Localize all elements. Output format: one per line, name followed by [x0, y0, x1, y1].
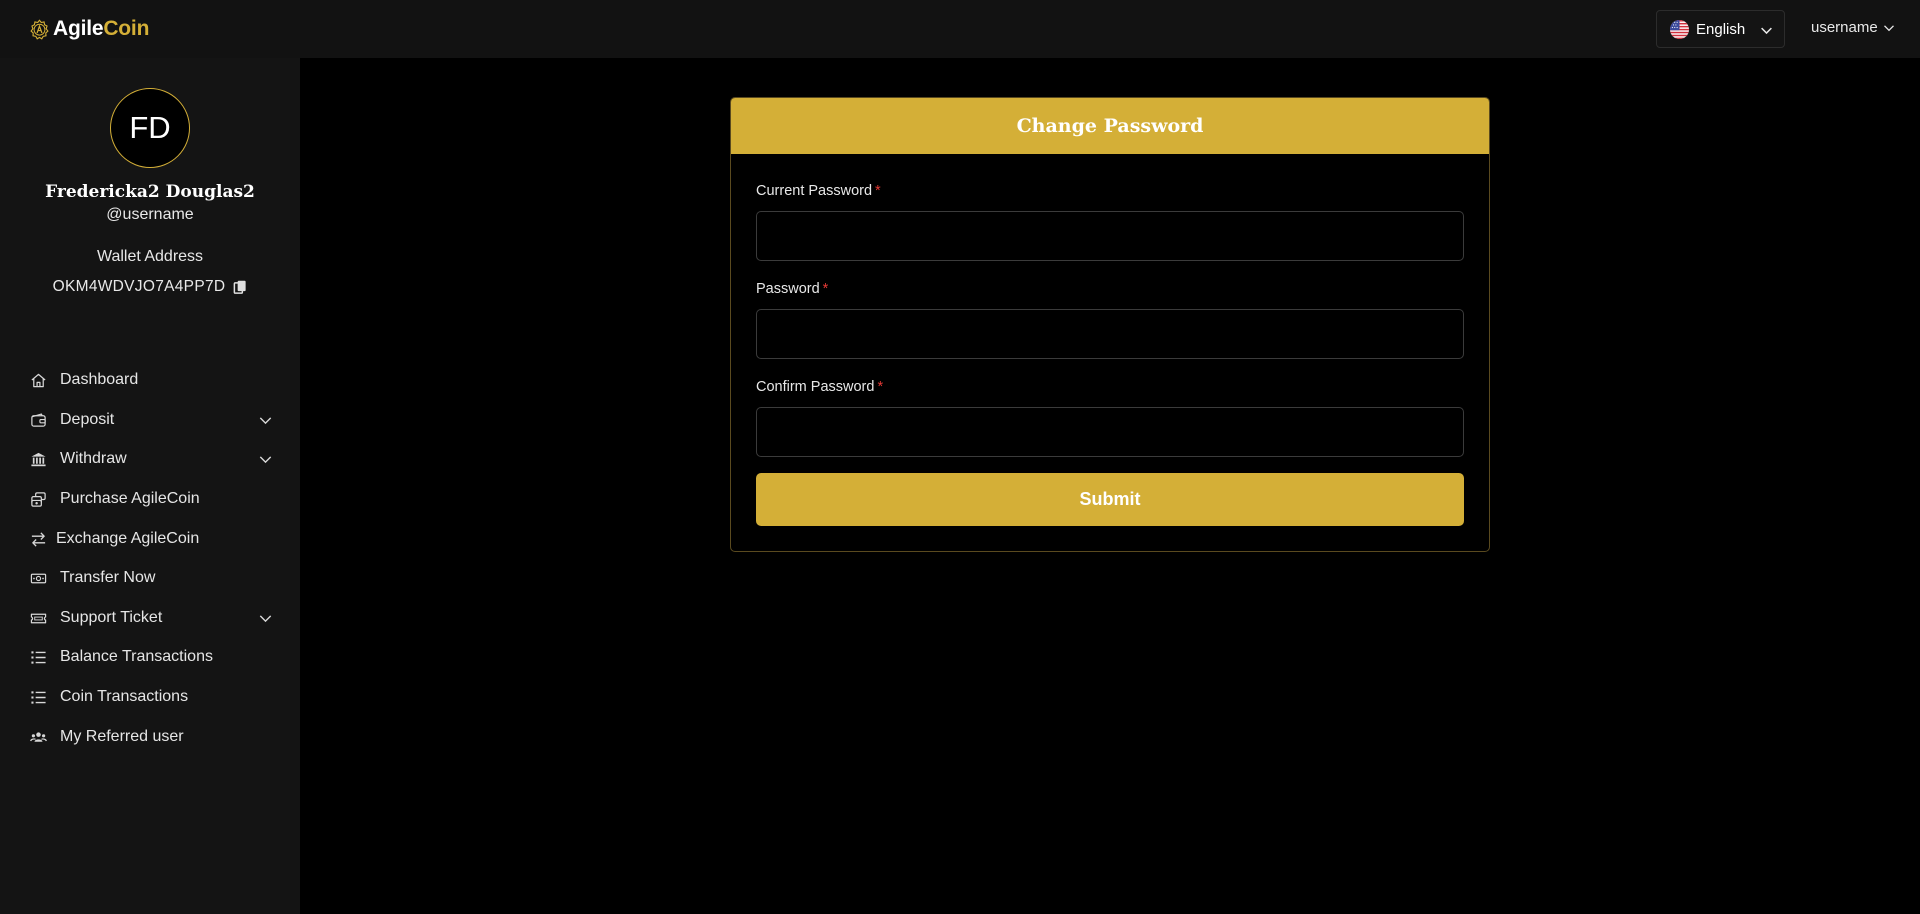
home-icon — [31, 373, 46, 387]
submit-button[interactable]: Submit — [756, 473, 1464, 526]
field-label-text: Confirm Password — [756, 379, 875, 395]
bank-icon — [31, 452, 46, 466]
card-title: Change Password — [731, 98, 1489, 154]
users-icon — [30, 731, 47, 742]
profile-name: Fredericka2 Douglas2 — [45, 182, 255, 202]
sidebar-item-purchase-agilecoin[interactable]: Purchase AgileCoin — [30, 484, 272, 514]
avatar[interactable]: FD — [110, 88, 190, 168]
sidebar-item-label: Support Ticket — [60, 609, 163, 626]
brand-logo[interactable]: Agile Coin — [29, 14, 149, 44]
logo-mark-icon — [30, 18, 49, 40]
list-icon — [31, 690, 46, 704]
list-icon — [31, 650, 46, 664]
sidebar-item-label: Deposit — [60, 411, 115, 428]
confirm-password-input[interactable] — [756, 407, 1464, 457]
chevron-down-icon — [259, 456, 272, 464]
password-label: Password * — [756, 281, 828, 297]
exchange-icon — [31, 531, 46, 547]
confirm-password-label: Confirm Password * — [756, 379, 883, 395]
profile-handle: @username — [106, 206, 194, 223]
chevron-down-icon — [259, 615, 272, 623]
us-flag-icon — [1670, 19, 1689, 39]
sidebar-item-support-ticket[interactable]: Support Ticket — [30, 603, 272, 633]
sidebar-item-label: Purchase AgileCoin — [60, 490, 200, 507]
sidebar-item-exchange-agilecoin[interactable]: Exchange AgileCoin — [30, 524, 272, 554]
current-password-label: Current Password * — [756, 183, 881, 199]
sidebar-item-label: My Referred user — [60, 728, 184, 745]
ticket-icon — [30, 613, 47, 623]
sidebar-item-my-referred-user[interactable]: My Referred user — [30, 722, 272, 752]
sidebar-item-deposit[interactable]: Deposit — [30, 405, 272, 435]
language-label: English — [1696, 20, 1746, 38]
field-label-text: Password — [756, 281, 820, 297]
wallet-address-row: OKM4WDVJO7A4PP7D — [0, 278, 300, 296]
required-marker: * — [877, 379, 884, 395]
sidebar-item-label: Dashboard — [60, 371, 139, 388]
top-bar: Agile Coin English username — [0, 0, 1920, 58]
language-selector[interactable]: English — [1656, 10, 1785, 48]
sidebar-item-label: Balance Transactions — [60, 648, 213, 665]
new-password-input[interactable] — [756, 309, 1464, 359]
wallet-icon — [31, 412, 46, 427]
required-marker: * — [875, 183, 881, 199]
user-menu[interactable]: username — [1811, 19, 1895, 36]
sidebar-item-label: Withdraw — [60, 450, 127, 467]
user-menu-label: username — [1811, 19, 1878, 36]
wallet-address-value: OKM4WDVJO7A4PP7D — [52, 278, 226, 295]
sidebar-item-balance-transactions[interactable]: Balance Transactions — [30, 642, 272, 672]
sidebar-item-transfer-now[interactable]: Transfer Now — [30, 563, 272, 593]
sidebar-item-label: Exchange AgileCoin — [56, 530, 200, 547]
sidebar-item-dashboard[interactable]: Dashboard — [30, 365, 272, 395]
sidebar-item-label: Coin Transactions — [60, 688, 189, 705]
field-label-text: Current Password — [756, 183, 873, 199]
sidebar-item-withdraw[interactable]: Withdraw — [30, 444, 272, 474]
required-marker: * — [822, 281, 829, 297]
brand-name-part1: Agile — [53, 17, 104, 40]
brand-name-part2: Coin — [103, 17, 150, 40]
chevron-down-icon — [1883, 25, 1894, 32]
sidebar: FD Fredericka2 Douglas2 @username Wallet… — [0, 58, 300, 914]
current-password-input[interactable] — [756, 211, 1464, 261]
wallet-address-label: Wallet Address — [96, 248, 204, 265]
copy-icon[interactable] — [233, 280, 247, 295]
sidebar-item-coin-transactions[interactable]: Coin Transactions — [30, 682, 272, 712]
chevron-down-icon — [1761, 27, 1772, 35]
chevron-down-icon — [259, 417, 272, 425]
change-password-card: Change Password Current Password * Passwo… — [730, 97, 1490, 552]
coins-icon — [31, 491, 46, 507]
sidebar-item-label: Transfer Now — [60, 569, 156, 586]
money-transfer-icon — [30, 573, 47, 583]
